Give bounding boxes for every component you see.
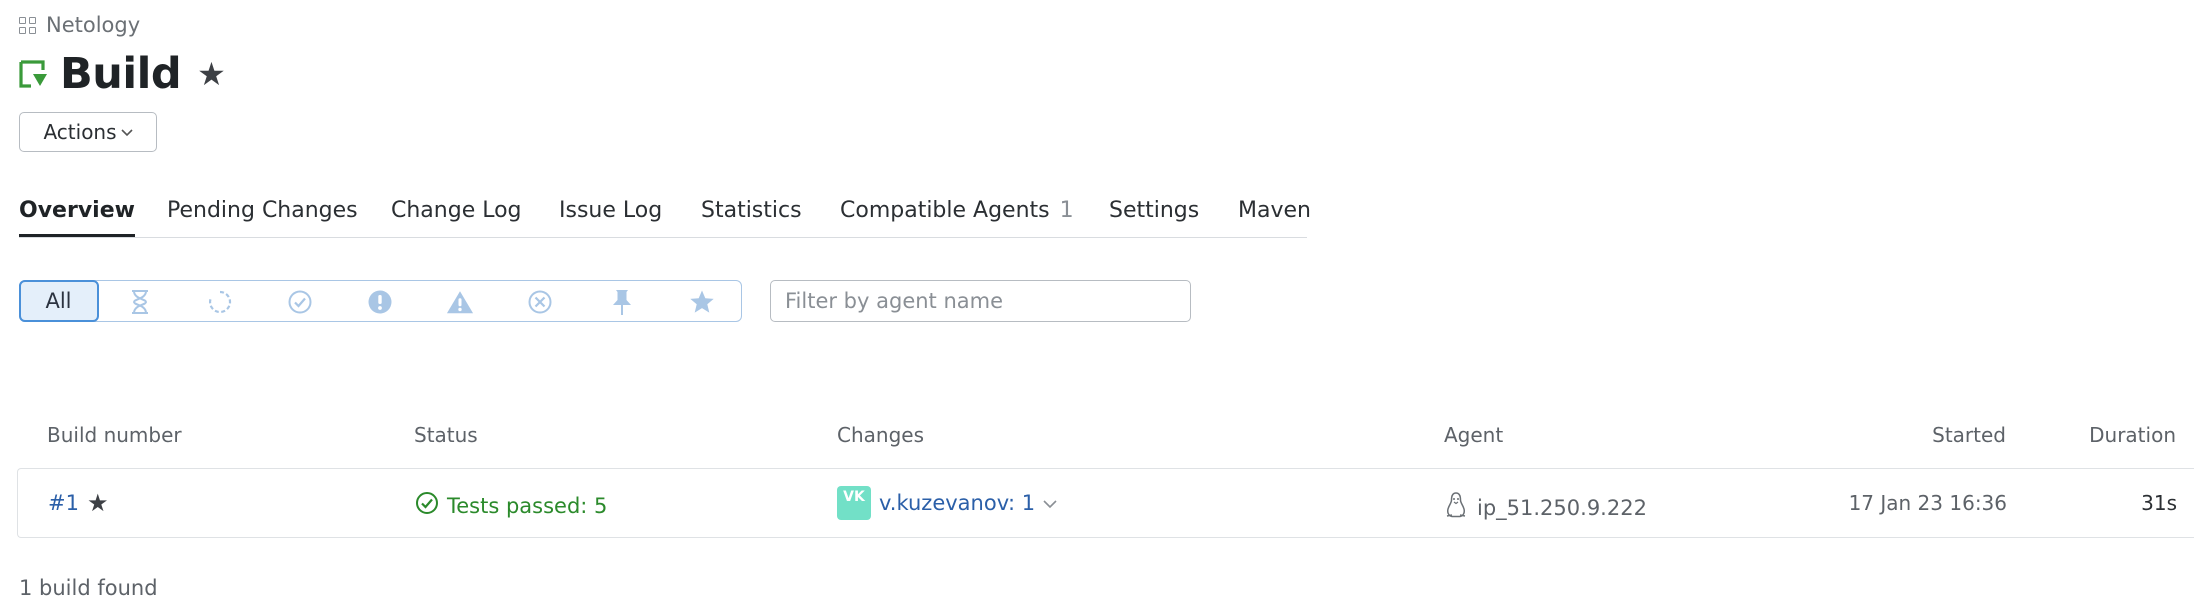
avatar: VK	[837, 486, 871, 520]
tab-statistics[interactable]: Statistics	[701, 195, 802, 237]
duration-value: 31s	[2141, 491, 2177, 515]
changes-link[interactable]: v.kuzevanov: 1	[879, 491, 1035, 515]
tab-issue-log[interactable]: Issue Log	[559, 195, 662, 237]
favorite-star-icon[interactable]: ★	[87, 491, 109, 515]
started-cell: 17 Jan 23 16:36	[1841, 491, 2007, 515]
status-cell: Tests passed: 5	[415, 491, 607, 520]
builds-found-count: 1 build found	[19, 576, 158, 600]
status-link[interactable]: Tests passed: 5	[447, 494, 607, 518]
agent-filter-input[interactable]	[770, 280, 1191, 322]
agent-link[interactable]: ip_51.250.9.222	[1477, 496, 1647, 520]
actions-button-label: Actions	[43, 120, 117, 144]
tab-label: Maven	[1238, 198, 1311, 223]
pin-icon[interactable]	[608, 288, 636, 316]
tab-label: Overview	[19, 198, 135, 223]
column-header-duration[interactable]: Duration	[2060, 423, 2176, 447]
linux-icon	[1445, 491, 1467, 524]
started-value: 17 Jan 23 16:36	[1848, 491, 2007, 515]
tab-change-log[interactable]: Change Log	[391, 195, 522, 237]
filter-all-button[interactable]: All	[18, 279, 99, 322]
running-icon[interactable]	[206, 288, 234, 316]
actions-button[interactable]: Actions	[19, 112, 157, 152]
warning-icon[interactable]	[446, 288, 474, 316]
column-header-agent: Agent	[1444, 423, 1504, 447]
tab-maven[interactable]: Maven	[1238, 195, 1311, 237]
chevron-down-icon[interactable]	[1043, 494, 1057, 513]
column-header-changes: Changes	[837, 423, 924, 447]
filter-all-label: All	[45, 288, 72, 313]
cancelled-icon[interactable]	[526, 288, 554, 316]
chevron-down-icon	[120, 125, 133, 141]
hourglass-icon[interactable]	[126, 288, 154, 316]
column-header-build-number: Build number	[47, 423, 182, 447]
tab-bar: Overview Pending Changes Change Log Issu…	[19, 195, 1311, 238]
breadcrumb: Netology	[19, 13, 140, 37]
build-number-cell: #1 ★	[48, 491, 108, 515]
tab-label: Compatible Agents	[840, 198, 1050, 223]
star-icon[interactable]	[688, 288, 716, 316]
page-header: Build ★	[18, 48, 226, 100]
tab-label: Settings	[1109, 198, 1200, 223]
tab-label: Change Log	[391, 198, 522, 223]
build-state-filter: All	[18, 279, 742, 322]
tab-label: Pending Changes	[167, 198, 358, 223]
page-title: Build	[60, 49, 182, 99]
projects-grid-icon[interactable]	[19, 16, 36, 34]
tab-pending-changes[interactable]: Pending Changes	[167, 195, 358, 237]
success-icon[interactable]	[286, 288, 314, 316]
agent-cell: ip_51.250.9.222	[1445, 491, 1647, 524]
build-configuration-icon	[18, 59, 48, 89]
breadcrumb-project-link[interactable]: Netology	[46, 13, 140, 37]
favorite-star-icon[interactable]: ★	[197, 58, 226, 90]
success-icon	[415, 491, 439, 520]
table-row[interactable]: #1 ★ Tests passed: 5 VK v.kuzevanov: 1 i…	[17, 468, 2194, 538]
failed-icon[interactable]	[366, 288, 394, 316]
duration-cell: 31s	[2061, 491, 2177, 515]
tab-settings[interactable]: Settings	[1109, 195, 1199, 237]
tab-count-badge: 1	[1059, 198, 1074, 223]
column-header-started[interactable]: Started	[1840, 423, 2006, 447]
tab-compatible-agents[interactable]: Compatible Agents 1	[840, 195, 1074, 237]
tab-overview[interactable]: Overview	[19, 195, 135, 237]
tab-label: Statistics	[701, 198, 802, 223]
changes-cell: VK v.kuzevanov: 1	[837, 486, 1057, 520]
column-header-status: Status	[414, 423, 478, 447]
tab-label: Issue Log	[559, 198, 663, 223]
build-number-link[interactable]: #1	[48, 491, 79, 515]
